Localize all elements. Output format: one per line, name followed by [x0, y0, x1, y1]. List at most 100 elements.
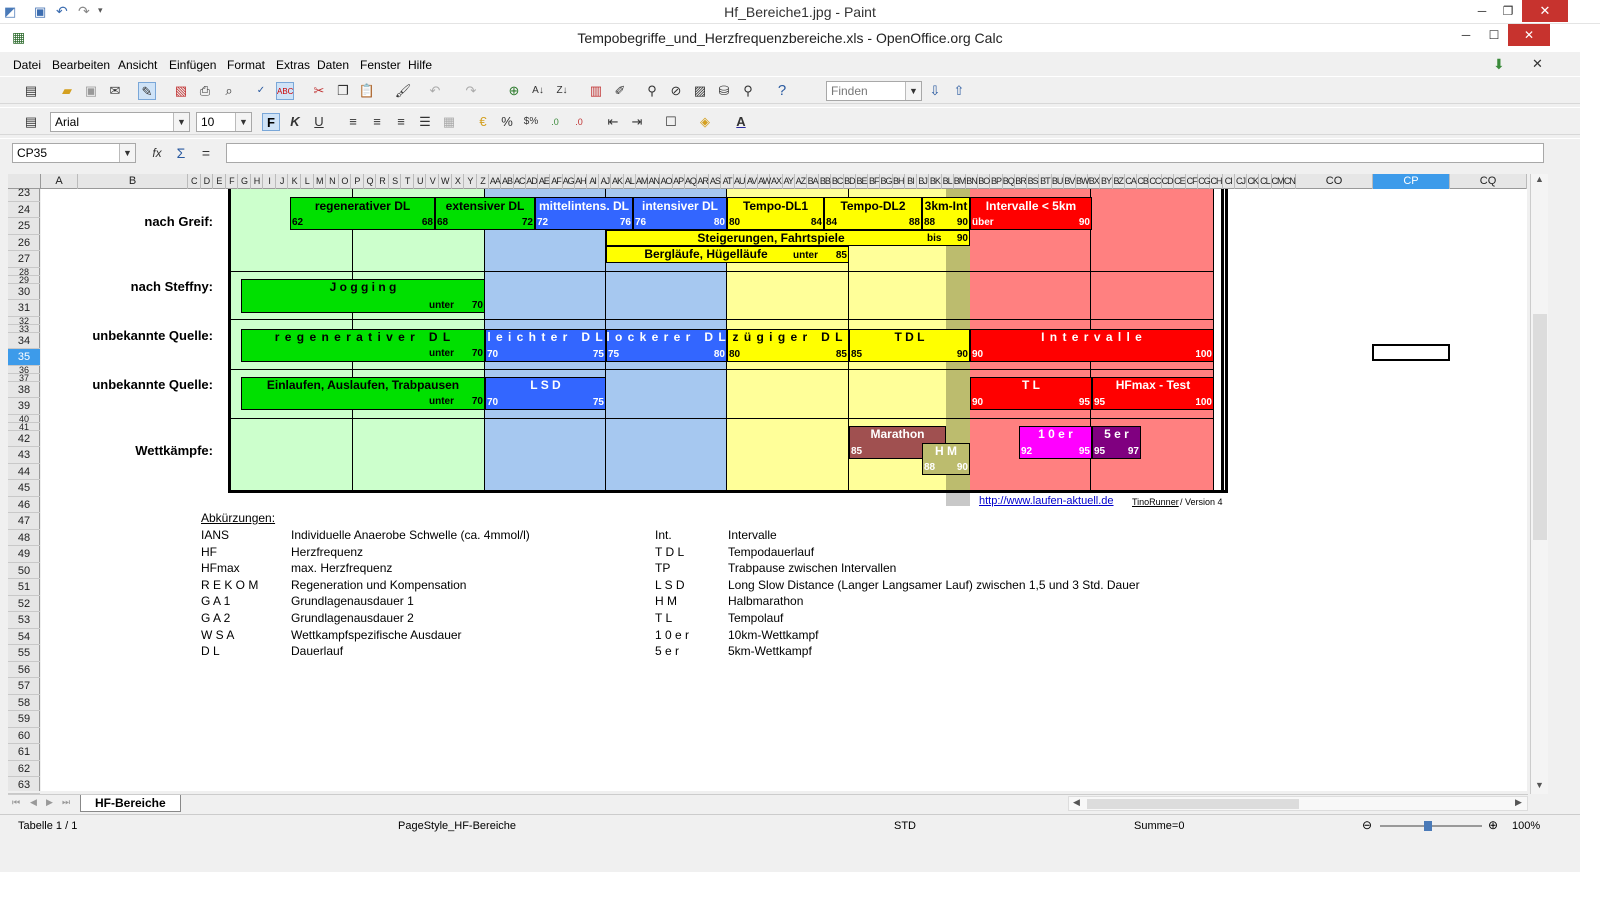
column-header-t[interactable]: T [401, 174, 414, 189]
column-header-bu[interactable]: BU [1052, 174, 1064, 189]
column-header-f[interactable]: F [226, 174, 239, 189]
column-header-s[interactable]: S [389, 174, 402, 189]
find-input[interactable]: Finden ▼ [826, 81, 922, 101]
column-header-cd[interactable]: CD [1162, 174, 1174, 189]
scroll-left-icon[interactable]: ◀ [1073, 797, 1080, 808]
formula-input[interactable] [226, 143, 1544, 163]
pdf-export-icon[interactable]: ▧ [172, 82, 190, 100]
function-icon[interactable]: = [197, 144, 215, 162]
column-header-cp[interactable]: CP [1373, 174, 1450, 189]
column-header-bx[interactable]: BX [1088, 174, 1101, 189]
column-header-cf[interactable]: CF [1186, 174, 1199, 189]
column-header-ao[interactable]: AO [660, 174, 673, 189]
row-header-25[interactable]: 25 [8, 218, 40, 235]
status-page-style[interactable]: PageStyle_HF-Bereiche [398, 820, 516, 832]
open-icon[interactable]: ▰ [58, 82, 76, 100]
website-link[interactable]: http://www.laufen-aktuell.de [979, 495, 1114, 507]
column-header-a[interactable]: A [41, 174, 78, 189]
column-header-bh[interactable]: BH [893, 174, 905, 189]
row-header-35[interactable]: 35 [8, 349, 40, 366]
column-header-b[interactable]: B [78, 174, 188, 189]
zoom-slider-handle[interactable] [1424, 821, 1432, 831]
column-header-ax[interactable]: AX [770, 174, 783, 189]
column-header-aj[interactable]: AJ [599, 174, 612, 189]
new-document-icon[interactable]: ▤ [22, 82, 40, 100]
column-header-bv[interactable]: BV [1064, 174, 1076, 189]
column-header-ai[interactable]: AI [587, 174, 600, 189]
align-center-icon[interactable]: ≡ [368, 113, 386, 131]
sheet-grid[interactable]: nach Greif: nach Steffny: unbekannte Quell… [41, 189, 1527, 791]
column-header-ca[interactable]: CA [1125, 174, 1138, 189]
menu-einfuegen[interactable]: Einfügen [169, 58, 216, 72]
menu-hilfe[interactable]: Hilfe [408, 58, 432, 72]
bold-button[interactable]: F [262, 113, 280, 131]
row-header-46[interactable]: 46 [8, 497, 40, 513]
paint-maximize-button[interactable]: ❐ [1494, 0, 1522, 22]
row-header-27[interactable]: 27 [8, 251, 40, 268]
horizontal-scroll-thumb[interactable] [1087, 799, 1299, 809]
column-header-n[interactable]: N [326, 174, 339, 189]
currency-icon[interactable]: € [474, 113, 492, 131]
column-header-c[interactable]: C [188, 174, 201, 189]
row-header-51[interactable]: 51 [8, 579, 40, 596]
column-header-cj[interactable]: CJ [1235, 174, 1248, 189]
font-size-dropdown-icon[interactable]: ▼ [235, 113, 251, 131]
chart-icon[interactable]: ▥ [587, 82, 605, 100]
add-decimal-icon[interactable]: .0 [546, 113, 564, 131]
row-header-63[interactable]: 63 [8, 777, 40, 794]
spellcheck-icon[interactable]: ✓ [252, 82, 270, 100]
underline-button[interactable]: U [310, 113, 328, 131]
copy-icon[interactable]: ❐ [334, 82, 352, 100]
hyperlink-icon[interactable]: ⊕ [505, 82, 523, 100]
column-header-j[interactable]: J [276, 174, 289, 189]
find-previous-icon[interactable]: ⇧ [950, 82, 968, 100]
column-header-al[interactable]: AL [624, 174, 636, 189]
column-header-bz[interactable]: BZ [1113, 174, 1125, 189]
row-header-31[interactable]: 31 [8, 300, 40, 317]
update-icon[interactable]: ⬇ [1493, 56, 1505, 73]
column-header-bg[interactable]: BG [880, 174, 893, 189]
column-header-aw[interactable]: AW [758, 174, 771, 189]
column-header-bb[interactable]: BB [819, 174, 832, 189]
calc-minimize-button[interactable]: ─ [1452, 24, 1480, 46]
draw-functions-icon[interactable]: ✐ [611, 82, 629, 100]
row-header-57[interactable]: 57 [8, 678, 40, 695]
column-header-af[interactable]: AF [550, 174, 563, 189]
status-mode[interactable]: STD [894, 820, 916, 832]
zoom-level[interactable]: 100% [1512, 820, 1540, 832]
row-header-34[interactable]: 34 [8, 333, 40, 349]
row-header-45[interactable]: 45 [8, 480, 40, 497]
navigator-icon[interactable]: ⊘ [667, 82, 685, 100]
column-header-x[interactable]: X [452, 174, 465, 189]
column-header-bn[interactable]: BN [966, 174, 979, 189]
column-header-h[interactable]: H [251, 174, 264, 189]
column-header-au[interactable]: AU [734, 174, 746, 189]
increase-indent-icon[interactable]: ⇥ [628, 113, 646, 131]
paint-close-button[interactable]: ✕ [1522, 0, 1568, 22]
name-box-dropdown-icon[interactable]: ▼ [119, 144, 135, 162]
column-header-bq[interactable]: BQ [1003, 174, 1015, 189]
clone-format-icon[interactable]: 🖌 [394, 82, 412, 100]
column-header-bf[interactable]: BF [868, 174, 881, 189]
column-header-ar[interactable]: AR [697, 174, 710, 189]
sort-ascending-icon[interactable]: A↓ [529, 82, 547, 100]
column-header-bd[interactable]: BD [844, 174, 856, 189]
column-header-bc[interactable]: BC [831, 174, 844, 189]
print-icon[interactable]: ⎙ [196, 82, 214, 100]
row-header-54[interactable]: 54 [8, 629, 40, 645]
row-header-30[interactable]: 30 [8, 284, 40, 300]
find-next-icon[interactable]: ⇩ [926, 82, 944, 100]
column-header-cl[interactable]: CL [1259, 174, 1272, 189]
column-header-bt[interactable]: BT [1039, 174, 1052, 189]
find-replace-icon[interactable]: ⚲ [643, 82, 661, 100]
styles-icon[interactable]: ▤ [22, 113, 40, 131]
column-header-e[interactable]: E [213, 174, 226, 189]
horizontal-scrollbar[interactable]: ◀ ▶ [1068, 796, 1528, 811]
column-header-bw[interactable]: BW [1076, 174, 1089, 189]
row-header-42[interactable]: 42 [8, 431, 40, 447]
zoom-out-icon[interactable]: ⊖ [1362, 818, 1372, 832]
justify-icon[interactable]: ☰ [416, 113, 434, 131]
column-header-aa[interactable]: AA [489, 174, 502, 189]
column-header-ap[interactable]: AP [673, 174, 685, 189]
column-header-q[interactable]: Q [364, 174, 377, 189]
